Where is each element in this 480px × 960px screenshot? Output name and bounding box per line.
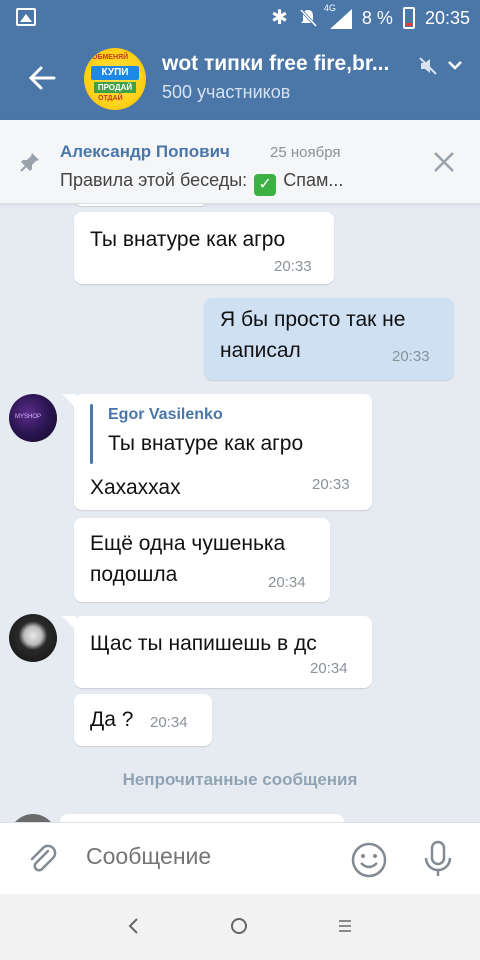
- mic-icon[interactable]: [420, 839, 456, 879]
- message-composer: [0, 822, 480, 894]
- message-list[interactable]: Ты внатуре как агро 20:33 Я бы просто та…: [0, 204, 480, 822]
- message-bubble[interactable]: Да ? 20:34: [74, 694, 212, 746]
- reply-author[interactable]: Egor Vasilenko: [108, 406, 223, 424]
- nav-home-icon[interactable]: [231, 918, 247, 934]
- message-bubble-partial[interactable]: [60, 814, 344, 822]
- gallery-notification-icon: [16, 8, 36, 26]
- message-text: Щас ты напишешь в дс: [90, 632, 317, 655]
- reply-quote-bar: [90, 404, 93, 464]
- message-text: Ты внатуре как агро: [90, 228, 286, 251]
- close-icon[interactable]: [432, 150, 456, 174]
- attach-icon[interactable]: [24, 841, 60, 877]
- message-bubble[interactable]: Ещё одна чушенька подошла 20:34: [74, 518, 330, 602]
- system-navigation-bar: [0, 894, 480, 960]
- signal-icon: 4G: [324, 3, 352, 29]
- battery-percent: 8 %: [361, 7, 393, 28]
- pinned-text: Правила этой беседы: ✓ Спам...: [60, 170, 402, 196]
- message-input[interactable]: [86, 843, 336, 870]
- nav-menu-icon[interactable]: [337, 918, 353, 934]
- message-time: 20:33: [392, 348, 430, 365]
- message-text: Да ?: [90, 708, 134, 731]
- message-time: 20:33: [274, 258, 312, 275]
- message-bubble-reply[interactable]: Egor Vasilenko Ты внатуре как агро Хахах…: [62, 394, 372, 510]
- nav-back-icon[interactable]: [124, 916, 144, 936]
- message-text: Хахаххах: [90, 476, 181, 499]
- message-bubble-partial[interactable]: [74, 204, 208, 206]
- message-time: 20:33: [312, 476, 350, 493]
- group-avatar[interactable]: ОБМЕНЯЙ КУПИ ПРОДАЙ ОТДАЙ: [84, 48, 146, 110]
- chevron-down-icon[interactable]: [446, 56, 464, 74]
- status-icons: ✱ 4G 8 % 20:35: [271, 3, 470, 30]
- avatar[interactable]: [9, 614, 57, 662]
- pin-icon: [20, 153, 39, 172]
- notifications-off-icon: [299, 8, 318, 28]
- chat-header: ОБМЕНЯЙ КУПИ ПРОДАЙ ОТДАЙ wot типки free…: [0, 36, 480, 120]
- chat-title[interactable]: wot типки free fire,br...: [162, 52, 412, 76]
- pinned-author: Александр Попович: [60, 142, 230, 161]
- smile-icon[interactable]: [350, 841, 388, 879]
- pinned-message[interactable]: Александр Попович 25 ноября Правила этой…: [0, 120, 480, 204]
- message-bubble[interactable]: Ты внатуре как агро 20:33: [74, 212, 334, 284]
- mute-icon: [419, 57, 437, 75]
- unread-divider: Непрочитанные сообщения: [122, 770, 358, 789]
- message-time: 20:34: [150, 714, 188, 731]
- clock: 20:35: [424, 7, 470, 28]
- bluetooth-icon: ✱: [271, 7, 288, 29]
- message-time: 20:34: [310, 660, 348, 677]
- message-time: 20:34: [268, 574, 306, 591]
- network-type: 4G: [323, 3, 336, 13]
- back-arrow-icon[interactable]: [24, 60, 60, 96]
- message-bubble[interactable]: Щас ты напишешь в дс 20:34: [62, 616, 372, 688]
- status-bar: ✱ 4G 8 % 20:35: [0, 0, 480, 36]
- message-bubble-outgoing[interactable]: Я бы просто так не написал 20:33: [204, 298, 454, 380]
- pinned-date: 25 ноября: [270, 144, 341, 161]
- avatar[interactable]: [9, 814, 57, 822]
- battery-icon: [402, 7, 415, 29]
- member-count[interactable]: 500 участников: [162, 82, 290, 103]
- avatar[interactable]: MYSHOP: [9, 394, 57, 442]
- reply-text: Ты внатуре как агро: [108, 432, 304, 455]
- check-emoji-icon: ✓: [254, 174, 277, 196]
